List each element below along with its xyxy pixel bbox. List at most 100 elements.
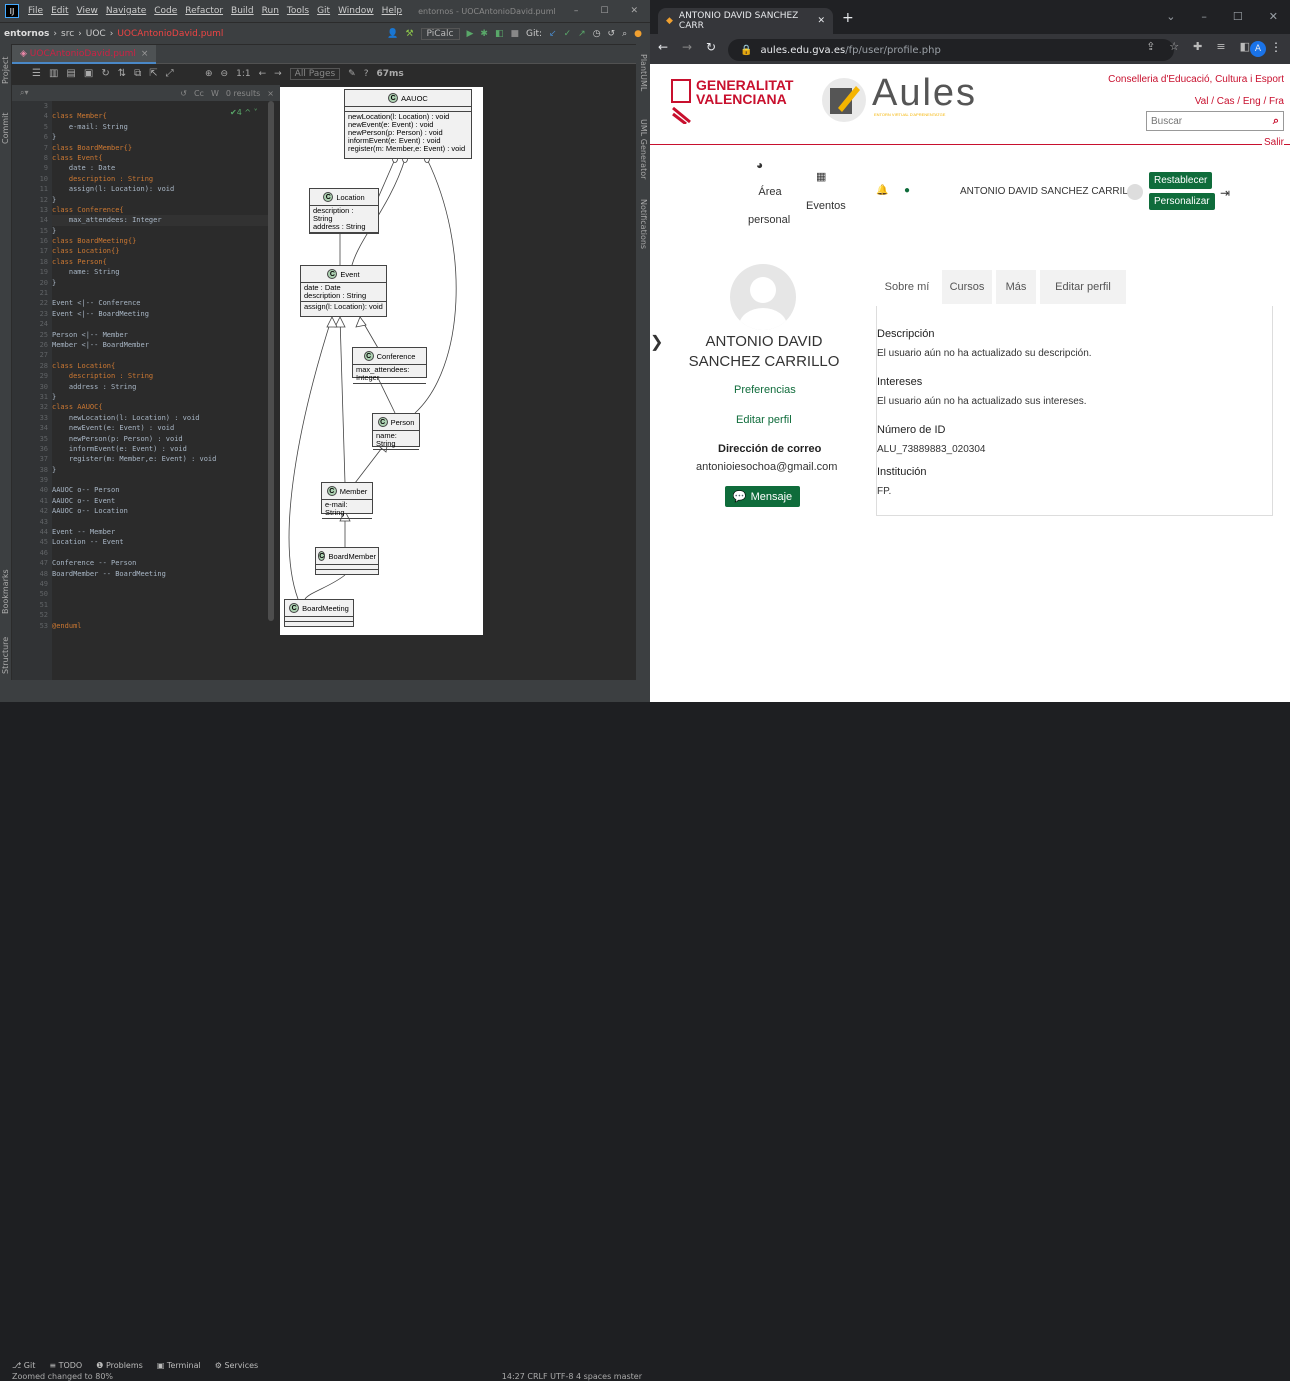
code-line[interactable]: 52 (40, 610, 270, 620)
code-line[interactable]: 47 Conference -- Person (40, 558, 270, 568)
help-icon[interactable]: ? (364, 69, 369, 79)
code-line[interactable]: 9 date : Date (44, 163, 270, 173)
tab-close-icon[interactable]: × (141, 49, 149, 59)
tool-terminal[interactable]: ▣ Terminal (157, 1361, 201, 1372)
code-line[interactable]: 11 assign(l: Location): void (40, 184, 270, 194)
code-line[interactable]: 51 (40, 600, 270, 610)
back-icon[interactable]: ← (658, 40, 668, 54)
extensions-icon[interactable]: ✚ (1193, 40, 1202, 53)
share-icon[interactable]: ⇪ (1146, 40, 1155, 53)
status-right[interactable]: 14:27 CRLF UTF-8 4 spaces master (502, 1372, 642, 1381)
code-line[interactable]: 8 class Event{ (44, 153, 270, 163)
code-line[interactable]: 6} (44, 132, 270, 142)
editor-tab[interactable]: ◈ UOCAntonioDavid.puml × (12, 45, 157, 64)
preferencias-link[interactable]: Preferencias (734, 384, 796, 396)
sidepanel-icon[interactable]: ◧ (1240, 40, 1250, 53)
profile-avatar[interactable]: A (1250, 41, 1266, 57)
menu-kebab-icon[interactable]: ⋮ (1270, 40, 1282, 54)
sync-icon[interactable]: ⇅ (118, 68, 126, 79)
menu-view[interactable]: View (73, 6, 102, 16)
code-line[interactable]: 53 @enduml (40, 621, 270, 631)
nav-eventos[interactable]: Eventos (806, 200, 846, 212)
code-line[interactable]: 33 newLocation(l: Location) : void (40, 413, 270, 423)
browser-tab[interactable]: ◆ ANTONIO DAVID SANCHEZ CARR ✕ (658, 8, 833, 34)
menu-code[interactable]: Code (150, 6, 181, 16)
code-line[interactable]: 35 newPerson(p: Person) : void (40, 434, 270, 444)
search-input[interactable] (1147, 115, 1257, 127)
layout-editor-icon[interactable]: ☰ (32, 68, 41, 79)
code-line[interactable]: 21 (40, 288, 270, 298)
coverage-icon[interactable]: ◧ (495, 29, 504, 39)
nav-area-personal-2[interactable]: personal (748, 214, 790, 226)
menu-build[interactable]: Build (227, 6, 258, 16)
search-icon[interactable]: ⌕ (622, 29, 627, 39)
language-links[interactable]: Val / Cas / Eng / Fra (1195, 96, 1284, 107)
menu-tools[interactable]: Tools (283, 6, 313, 16)
menu-navigate[interactable]: Navigate (102, 6, 150, 16)
inspections-indicator[interactable]: ✔4 ^ ˅ (230, 108, 258, 117)
nav-area-personal[interactable]: Área (750, 186, 790, 198)
personalizar-button[interactable]: Personalizar (1149, 193, 1215, 210)
run-config-select[interactable]: PiCalc (420, 27, 460, 40)
layout-preview-icon[interactable]: ▤ (66, 68, 75, 79)
code-line[interactable]: 50 (40, 589, 270, 599)
code-line[interactable]: 44 Event -- Member (40, 527, 270, 537)
code-line[interactable]: 42 AAUOC o-- Location (40, 506, 270, 516)
reload-icon[interactable]: ↻ (706, 40, 716, 54)
user-icon[interactable]: 👤 (387, 29, 398, 39)
export-icon[interactable]: ⇱ (149, 68, 157, 79)
drawer-toggle-icon[interactable]: ⇥ (1220, 186, 1230, 200)
breadcrumb-sub[interactable]: UOC (86, 29, 106, 39)
menu-edit[interactable]: Edit (47, 6, 72, 16)
code-line[interactable]: 14 max_attendees: Integer (40, 215, 270, 226)
minimize-icon[interactable]: – (574, 6, 579, 16)
salir-link[interactable]: Salir (1261, 137, 1284, 148)
nav-user-avatar[interactable] (1127, 184, 1143, 200)
zoom-actual[interactable]: 1:1 (236, 69, 250, 79)
editar-perfil-link[interactable]: Editar perfil (736, 414, 792, 426)
tool-todo[interactable]: ≡ TODO (49, 1361, 82, 1372)
plugin-icon[interactable]: ● (634, 29, 642, 39)
new-tab-icon[interactable]: + (842, 10, 854, 26)
code-line[interactable]: 38} (40, 465, 270, 475)
prev-page-icon[interactable]: ← (259, 69, 267, 79)
maximize-icon[interactable]: ☐ (1233, 10, 1243, 23)
code-line[interactable]: 5 e-mail: String (44, 122, 270, 132)
notifications-bell-icon[interactable]: 🔔 (876, 185, 888, 196)
hammer-icon[interactable]: ⚒ (405, 29, 413, 39)
breadcrumb-folder[interactable]: src (61, 29, 74, 39)
wrench-icon[interactable]: ✎ (348, 69, 356, 79)
whole-word[interactable]: W (211, 89, 219, 98)
tool-structure[interactable]: Structure (1, 637, 10, 674)
tool-notifications[interactable]: Notifications (639, 199, 648, 249)
tool-commit[interactable]: Commit (1, 113, 10, 144)
code-line[interactable]: 15} (40, 226, 270, 236)
code-line[interactable]: 28 class Location{ (40, 361, 270, 371)
tab-mas[interactable]: Más (996, 270, 1036, 304)
code-line[interactable]: 22 Event <|-- Conference (40, 298, 270, 308)
email-value[interactable]: antonioiesochoa@gmail.com (696, 461, 837, 473)
menu-refactor[interactable]: Refactor (181, 6, 227, 16)
code-line[interactable]: 7 class BoardMember{} (44, 143, 270, 153)
code-line[interactable]: 25 Person <|-- Member (40, 330, 270, 340)
code-line[interactable]: 43 (40, 517, 270, 527)
code-line[interactable]: 26 Member <|-- BoardMember (40, 340, 270, 350)
code-line[interactable]: 31} (40, 392, 270, 402)
tool-project[interactable]: Project (1, 57, 10, 84)
maximize-icon[interactable]: ☐ (600, 6, 608, 16)
code-line[interactable]: 13 class Conference{ (40, 205, 270, 215)
code-line[interactable]: 40 AAUOC o-- Person (40, 485, 270, 495)
debug-icon[interactable]: ✱ (480, 29, 488, 39)
code-line[interactable]: 49 (40, 579, 270, 589)
tool-bookmarks[interactable]: Bookmarks (1, 569, 10, 614)
menu-run[interactable]: Run (258, 6, 283, 16)
editor-scrollbar[interactable] (268, 101, 274, 621)
git-push-icon[interactable]: ↗ (578, 29, 586, 39)
code-line[interactable]: 23 Event <|-- BoardMeeting (40, 309, 270, 319)
copy-icon[interactable]: ⧉ (134, 68, 141, 79)
sidebar-toggle-icon[interactable]: ❯ (650, 332, 663, 352)
reading-list-icon[interactable]: ≡ (1216, 40, 1225, 53)
code-line[interactable]: 29 description : String (40, 371, 270, 381)
mensaje-button[interactable]: 💬 Mensaje (725, 486, 800, 507)
find-close-icon[interactable]: × (267, 89, 274, 98)
